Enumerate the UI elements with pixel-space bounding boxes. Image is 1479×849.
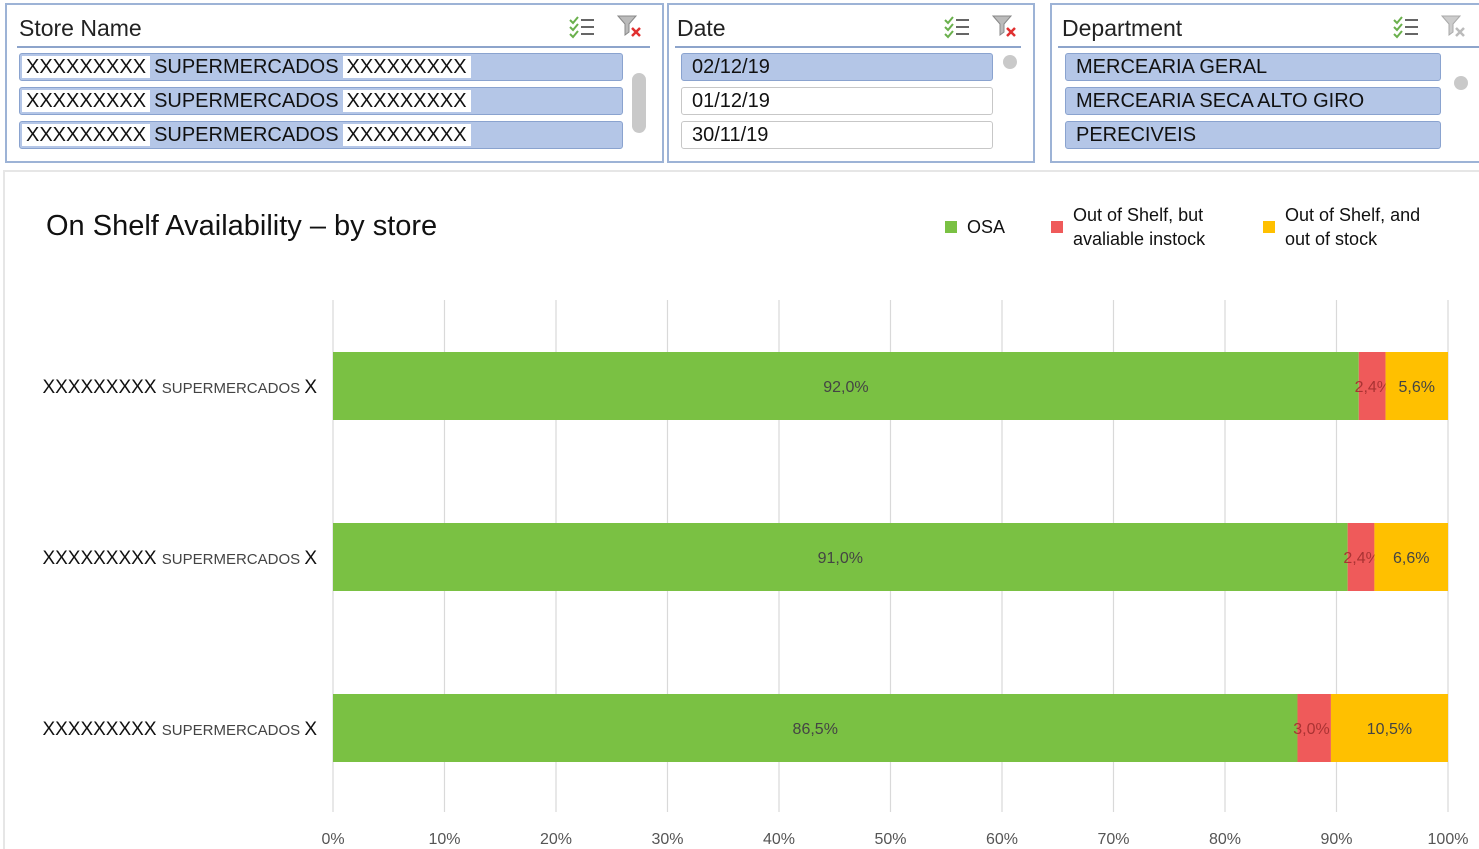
date-item-label: 02/12/19 (692, 55, 770, 78)
clear-filter-icon[interactable] (616, 14, 644, 40)
store-item-prefix: XXXXXXXXX (22, 56, 151, 78)
date-item-label: 01/12/19 (692, 89, 770, 112)
x-tick-label: 40% (763, 831, 795, 848)
data-label: 91,0% (818, 550, 863, 567)
data-label: 5,6% (1399, 379, 1435, 396)
x-tick-label: 50% (874, 831, 906, 848)
department-slicer-scrollbar[interactable] (1454, 76, 1468, 90)
store-item-suffix: XXXXXXXXX (342, 90, 471, 112)
date-item-label: 30/11/19 (692, 123, 769, 146)
clear-filter-icon[interactable] (1440, 14, 1468, 40)
slicer-divider (1058, 46, 1479, 48)
department-item-label: MERCEARIA GERAL (1076, 55, 1268, 78)
store-name-slicer: Store Name XXXXXXXXX SUPERMERCADOS XXXXX… (5, 3, 664, 163)
x-tick-label: 10% (428, 831, 460, 848)
department-item[interactable]: MERCEARIA SECA ALTO GIRO (1065, 87, 1441, 115)
store-slicer-scrollbar[interactable] (632, 73, 646, 133)
store-item-suffix: XXXXXXXXX (342, 124, 471, 146)
department-item[interactable]: MERCEARIA GERAL (1065, 53, 1441, 81)
data-label: 92,0% (823, 379, 868, 396)
data-label: 10,5% (1367, 721, 1412, 738)
slicer-divider (17, 46, 650, 48)
date-item[interactable]: 02/12/19 (681, 53, 993, 81)
category-label: XXXXXXXXX SUPERMERCADOS X (42, 377, 317, 398)
slicer-divider (675, 46, 1021, 48)
chart-panel: On Shelf Availability – by store OSA Out… (3, 170, 1479, 849)
chart-plot: 0% 10% 20% 30% 40% 50% 60% 70% 80% 90% 100%92,0% 2,… (42, 300, 1469, 848)
store-item[interactable]: XXXXXXXXX SUPERMERCADOS XXXXXXXXX (19, 121, 623, 149)
date-slicer-title: Date (677, 15, 726, 41)
store-name-slicer-title: Store Name (19, 15, 142, 41)
x-tick-label: 90% (1320, 831, 1352, 848)
category-label: XXXXXXXXX SUPERMERCADOS X (42, 719, 317, 740)
x-tick-label: 20% (540, 831, 572, 848)
department-slicer: Department MERCEARIA GERAL MERCEARIA SEC… (1050, 3, 1479, 163)
store-item-name: SUPERMERCADOS (154, 123, 339, 146)
category-label: XXXXXXXXX SUPERMERCADOS X (42, 548, 317, 569)
store-item-prefix: XXXXXXXXX (22, 124, 151, 146)
store-item-suffix: XXXXXXXXX (342, 56, 471, 78)
x-tick-label: 80% (1209, 831, 1241, 848)
x-tick-label: 0% (321, 831, 344, 848)
x-tick-label: 70% (1097, 831, 1129, 848)
department-item-label: MERCEARIA SECA ALTO GIRO (1076, 89, 1365, 112)
x-tick-label: 60% (986, 831, 1018, 848)
store-item-name: SUPERMERCADOS (154, 55, 339, 78)
multi-select-icon[interactable] (1392, 14, 1420, 40)
store-item[interactable]: XXXXXXXXX SUPERMERCADOS XXXXXXXXX (19, 87, 623, 115)
date-slicer: Date 02/12/19 01/12/19 30/11/19 (667, 3, 1035, 163)
department-item-label: PERECIVEIS (1076, 123, 1197, 146)
store-item[interactable]: XXXXXXXXX SUPERMERCADOS XXXXXXXXX (19, 53, 623, 81)
date-item[interactable]: 30/11/19 (681, 121, 993, 149)
data-label: 86,5% (793, 721, 838, 738)
multi-select-icon[interactable] (943, 14, 971, 40)
clear-filter-icon[interactable] (991, 14, 1019, 40)
date-item[interactable]: 01/12/19 (681, 87, 993, 115)
department-slicer-title: Department (1062, 15, 1183, 41)
date-slicer-scrollbar[interactable] (1003, 55, 1017, 69)
data-label: 3,0% (1293, 721, 1329, 738)
x-tick-label: 100% (1428, 831, 1469, 848)
store-item-name: SUPERMERCADOS (154, 89, 339, 112)
multi-select-icon[interactable] (568, 14, 596, 40)
department-item[interactable]: PERECIVEIS (1065, 121, 1441, 149)
x-tick-label: 30% (651, 831, 683, 848)
store-item-prefix: XXXXXXXXX (22, 90, 151, 112)
data-label: 6,6% (1393, 550, 1429, 567)
